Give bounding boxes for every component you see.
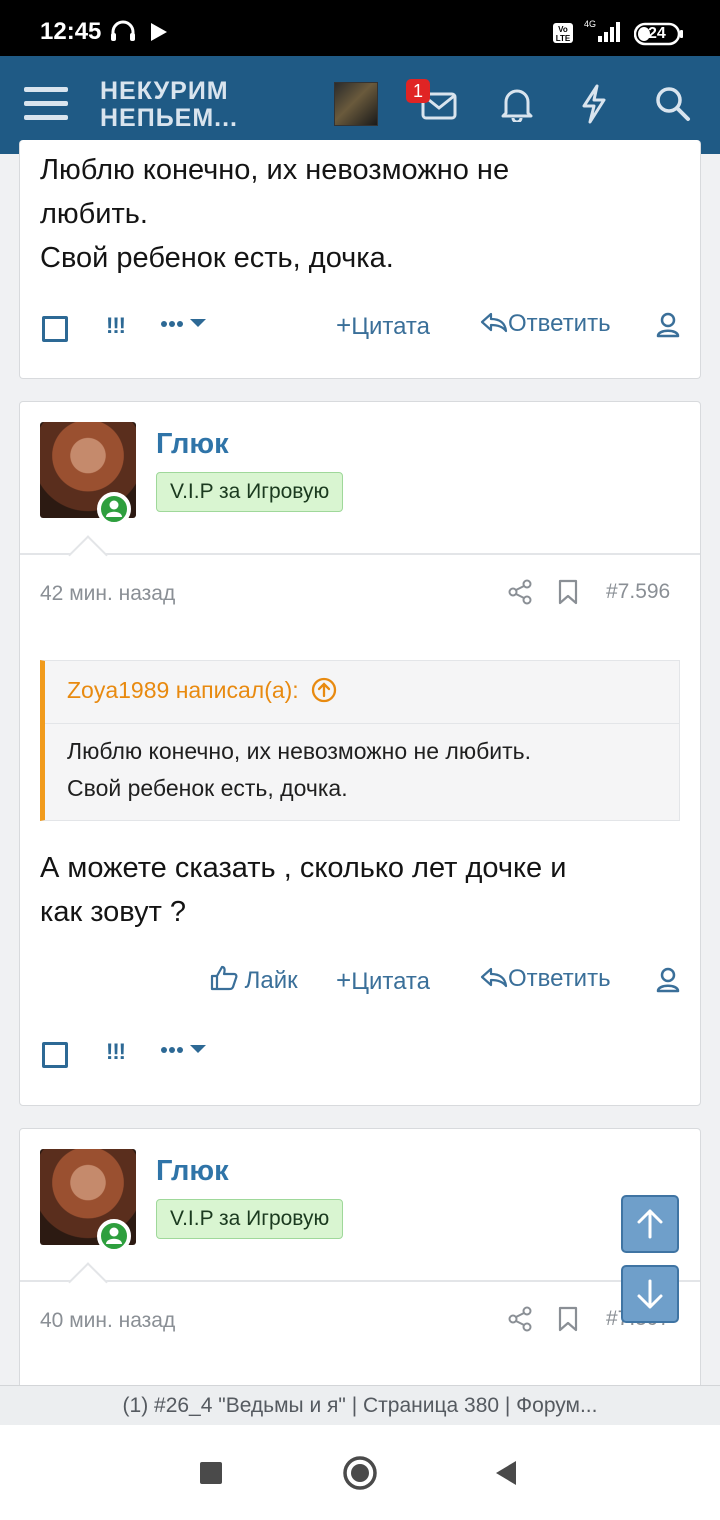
post-time[interactable]: 42 мин. назад [40,582,175,606]
share-icon[interactable] [508,579,532,610]
reply-button[interactable]: Ответить [480,965,611,993]
arrow-up-circle-icon [311,677,337,703]
status-bar: 12:45 Vo LTE 4G 24 [0,0,720,56]
user-profile-icon[interactable] [656,967,680,998]
home-button[interactable] [342,1455,378,1496]
arrow-up-icon [637,1209,663,1239]
headphones-icon [110,20,136,47]
system-nav-bar [0,1425,720,1520]
online-status-icon [97,492,131,526]
back-button[interactable] [494,1459,518,1492]
menu-icon[interactable] [24,84,68,129]
more-menu-button[interactable] [160,1036,208,1062]
quote-button[interactable]: +Цитата [336,965,430,996]
more-menu-button[interactable] [160,310,208,336]
lightning-icon[interactable] [580,84,608,129]
plus-icon: + [336,310,352,340]
search-icon[interactable] [655,86,691,127]
network-label: 4G [584,19,596,29]
post-header-divider [20,553,700,555]
quote-button[interactable]: +Цитата [336,310,430,341]
bookmark-icon[interactable] [558,1306,578,1337]
author-name[interactable]: Глюк [156,1155,229,1188]
arrow-down-icon [637,1279,663,1309]
scroll-up-button[interactable] [621,1195,679,1253]
post-number[interactable]: #7.596 [606,580,670,604]
scroll-down-button[interactable] [621,1265,679,1323]
site-logo[interactable]: НЕКУРИМ НЕПЬЕМ... [100,78,238,132]
quote-block: Zoya1989 написал(а): Люблю конечно, их н… [40,660,680,821]
reply-icon [480,967,508,988]
thumbs-up-icon [210,965,238,991]
svg-text:LTE: LTE [556,34,571,43]
recents-button[interactable] [199,1461,223,1490]
logo-line2: НЕПЬЕМ... [100,104,239,132]
bookmark-icon[interactable] [558,579,578,610]
quote-text: Люблю конечно, их невозможно не любить. … [67,733,531,807]
post-text-line3: Свой ребенок есть, дочка. [40,242,394,274]
status-time: 12:45 [40,18,102,45]
post-text-line2: как зовут ? [40,896,187,928]
quote-author-link[interactable]: Zoya1989 написал(а): [67,677,337,704]
quote-line1: Люблю конечно, их невозможно не любить. [67,738,532,764]
report-button[interactable]: !!! [106,1039,126,1065]
reply-label: Ответить [508,310,611,337]
like-label: Лайк [244,967,298,994]
reply-button[interactable]: Ответить [480,310,611,338]
post-text-line1: Люблю конечно, их невозможно не [40,154,510,186]
signal-icon: 4G [582,18,624,49]
like-button[interactable]: Лайк [210,965,298,995]
page-title-bar[interactable]: (1) #26_4 "Ведьмы и я" | Страница 380 | … [0,1385,720,1425]
select-checkbox[interactable] [42,1042,68,1068]
battery-level: 24 [648,25,666,42]
online-status-icon [97,1219,131,1253]
author-name[interactable]: Глюк [156,428,229,461]
select-checkbox[interactable] [42,316,68,342]
post-header-divider [20,1280,700,1282]
quote-author: Zoya1989 написал(а): [67,677,299,703]
post-time[interactable]: 40 мин. назад [40,1309,175,1333]
user-rank-badge: V.I.P за Игровую [156,1199,344,1239]
user-avatar[interactable] [334,82,378,126]
plus-icon: + [336,965,352,995]
report-button[interactable]: !!! [106,313,126,339]
logo-line1: НЕКУРИМ [100,77,229,105]
quote-line2: Свой ребенок есть, дочка. [67,775,348,801]
reply-label: Ответить [508,965,611,992]
user-profile-icon[interactable] [656,312,680,343]
reply-icon [480,312,508,333]
bell-icon[interactable] [500,86,534,127]
messages-badge: 1 [406,79,430,103]
share-icon[interactable] [508,1306,532,1337]
volte-icon: Vo LTE [552,22,574,49]
svg-text:Vo: Vo [558,25,568,34]
play-icon [150,22,168,47]
post-text-line2: любить. [40,198,148,230]
post-text-line1: А можете сказать , сколько лет дочке и [40,852,567,884]
user-rank-badge: V.I.P за Игровую [156,472,344,512]
quote-label: Цитата [351,313,430,340]
quote-label: Цитата [351,968,430,995]
